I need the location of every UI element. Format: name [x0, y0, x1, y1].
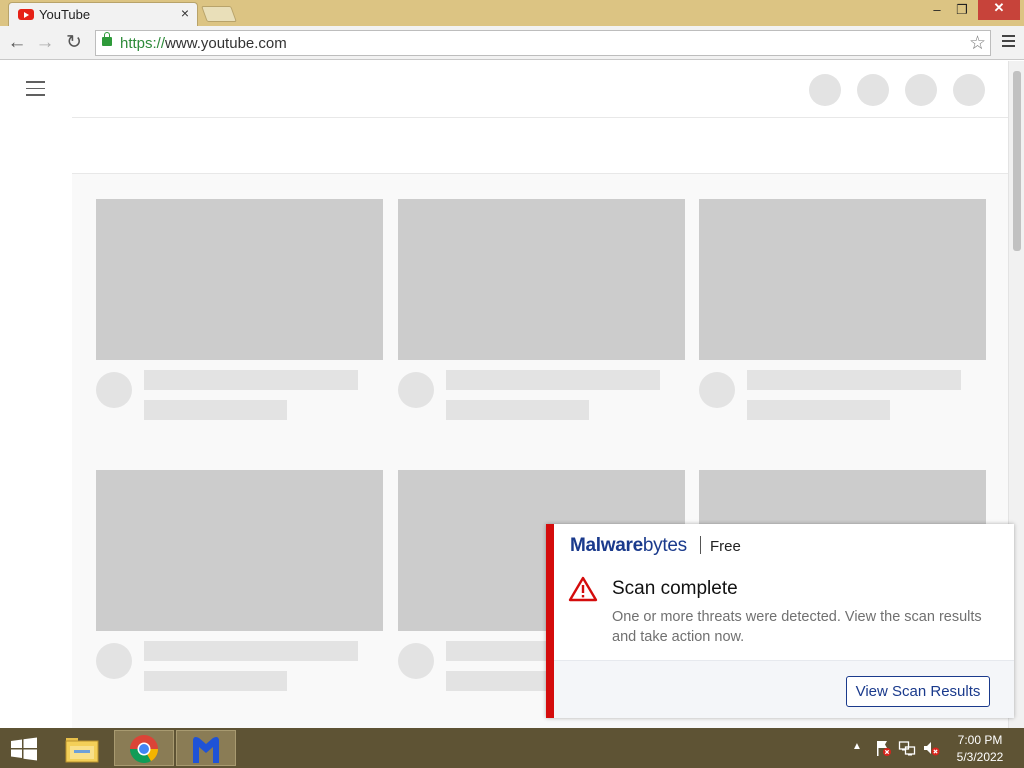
title-placeholder: [144, 641, 358, 661]
warning-triangle-icon: [568, 576, 598, 602]
malwarebytes-logo: Malwarebytes: [570, 535, 687, 557]
scrollbar-thumb[interactable]: [1013, 71, 1021, 251]
meta-placeholder: [446, 400, 589, 420]
window-minimize-button[interactable]: –: [926, 2, 948, 22]
brand-divider: [700, 536, 701, 554]
tab-title: YouTube: [39, 7, 91, 22]
avatar-placeholder: [96, 643, 132, 679]
malwarebytes-icon: [193, 737, 219, 763]
url-host: www.youtube.com: [165, 35, 287, 52]
avatar-placeholder: [96, 372, 132, 408]
yt-sidebar: [0, 61, 72, 728]
reload-button[interactable]: ↻: [63, 32, 85, 54]
meta-placeholder: [747, 400, 890, 420]
taskbar-clock-date[interactable]: 5/3/2022: [944, 750, 1016, 764]
volume-muted-icon[interactable]: [922, 739, 940, 757]
video-card-placeholder[interactable]: [96, 470, 383, 695]
thumbnail-placeholder: [398, 199, 685, 360]
tab-youtube[interactable]: YouTube ×: [8, 2, 198, 26]
notification-message: One or more threats were detected. View …: [612, 609, 982, 645]
action-center-flag-icon[interactable]: [874, 739, 892, 757]
hamburger-menu-icon[interactable]: [26, 81, 46, 97]
browser-toolbar: ← → ↻ https://www.youtube.com ☆: [0, 26, 1024, 60]
tab-close-button[interactable]: ×: [181, 5, 189, 21]
taskbar-google-chrome[interactable]: [114, 730, 174, 766]
avatar-placeholder: [699, 372, 735, 408]
brand-bold: Malware: [570, 535, 643, 556]
browser-tabstrip: YouTube × – ❐ ✕: [0, 0, 1024, 26]
window-close-button[interactable]: ✕: [978, 0, 1020, 20]
url-scheme: https://: [120, 35, 166, 52]
header-placeholder-circle: [857, 74, 889, 106]
windows-taskbar: ▲ 7:00 PM 5/3/2022: [0, 728, 1024, 768]
title-placeholder: [144, 370, 358, 390]
view-scan-results-button[interactable]: View Scan Results: [846, 676, 990, 707]
edition-label: Free: [710, 538, 741, 555]
video-card-placeholder[interactable]: [96, 199, 383, 424]
folder-icon: [65, 738, 99, 763]
thumbnail-placeholder: [96, 199, 383, 360]
title-placeholder: [446, 370, 660, 390]
video-card-placeholder[interactable]: [699, 199, 986, 424]
new-tab-button[interactable]: [201, 6, 237, 22]
notification-title: Scan complete: [612, 578, 738, 599]
header-placeholder-circle: [905, 74, 937, 106]
meta-placeholder: [144, 400, 287, 420]
video-card-placeholder[interactable]: [398, 199, 685, 424]
thumbnail-placeholder: [96, 470, 383, 631]
notification-footer: View Scan Results: [554, 660, 1014, 718]
avatar-placeholder: [398, 372, 434, 408]
browser-menu-icon[interactable]: [999, 32, 1017, 52]
tray-overflow-chevron-icon[interactable]: ▲: [852, 741, 862, 752]
brand-light: bytes: [642, 535, 687, 556]
malwarebytes-notification: Malwarebytes Free Scan complete One or m…: [546, 524, 1014, 718]
yt-header: [72, 61, 1008, 118]
title-placeholder: [747, 370, 961, 390]
network-icon[interactable]: [898, 739, 916, 757]
taskbar-file-explorer[interactable]: [52, 730, 112, 766]
header-placeholder-circle: [953, 74, 985, 106]
taskbar-clock-time[interactable]: 7:00 PM: [944, 733, 1016, 747]
taskbar-malwarebytes[interactable]: [176, 730, 236, 766]
avatar-placeholder: [398, 643, 434, 679]
youtube-favicon-icon: [18, 9, 34, 20]
address-bar[interactable]: https://www.youtube.com ☆: [95, 30, 991, 56]
back-button[interactable]: ←: [6, 32, 28, 54]
meta-placeholder: [144, 671, 287, 691]
lock-icon: [102, 32, 112, 46]
window-restore-button[interactable]: ❐: [950, 2, 974, 22]
chrome-icon: [130, 735, 158, 763]
header-placeholder-circle: [809, 74, 841, 106]
yt-chip-bar: [72, 118, 1008, 174]
windows-start-icon[interactable]: [9, 737, 39, 761]
thumbnail-placeholder: [699, 199, 986, 360]
url-text[interactable]: https://www.youtube.com: [120, 35, 287, 52]
forward-button[interactable]: →: [34, 32, 56, 54]
bookmark-star-icon[interactable]: ☆: [969, 32, 986, 55]
